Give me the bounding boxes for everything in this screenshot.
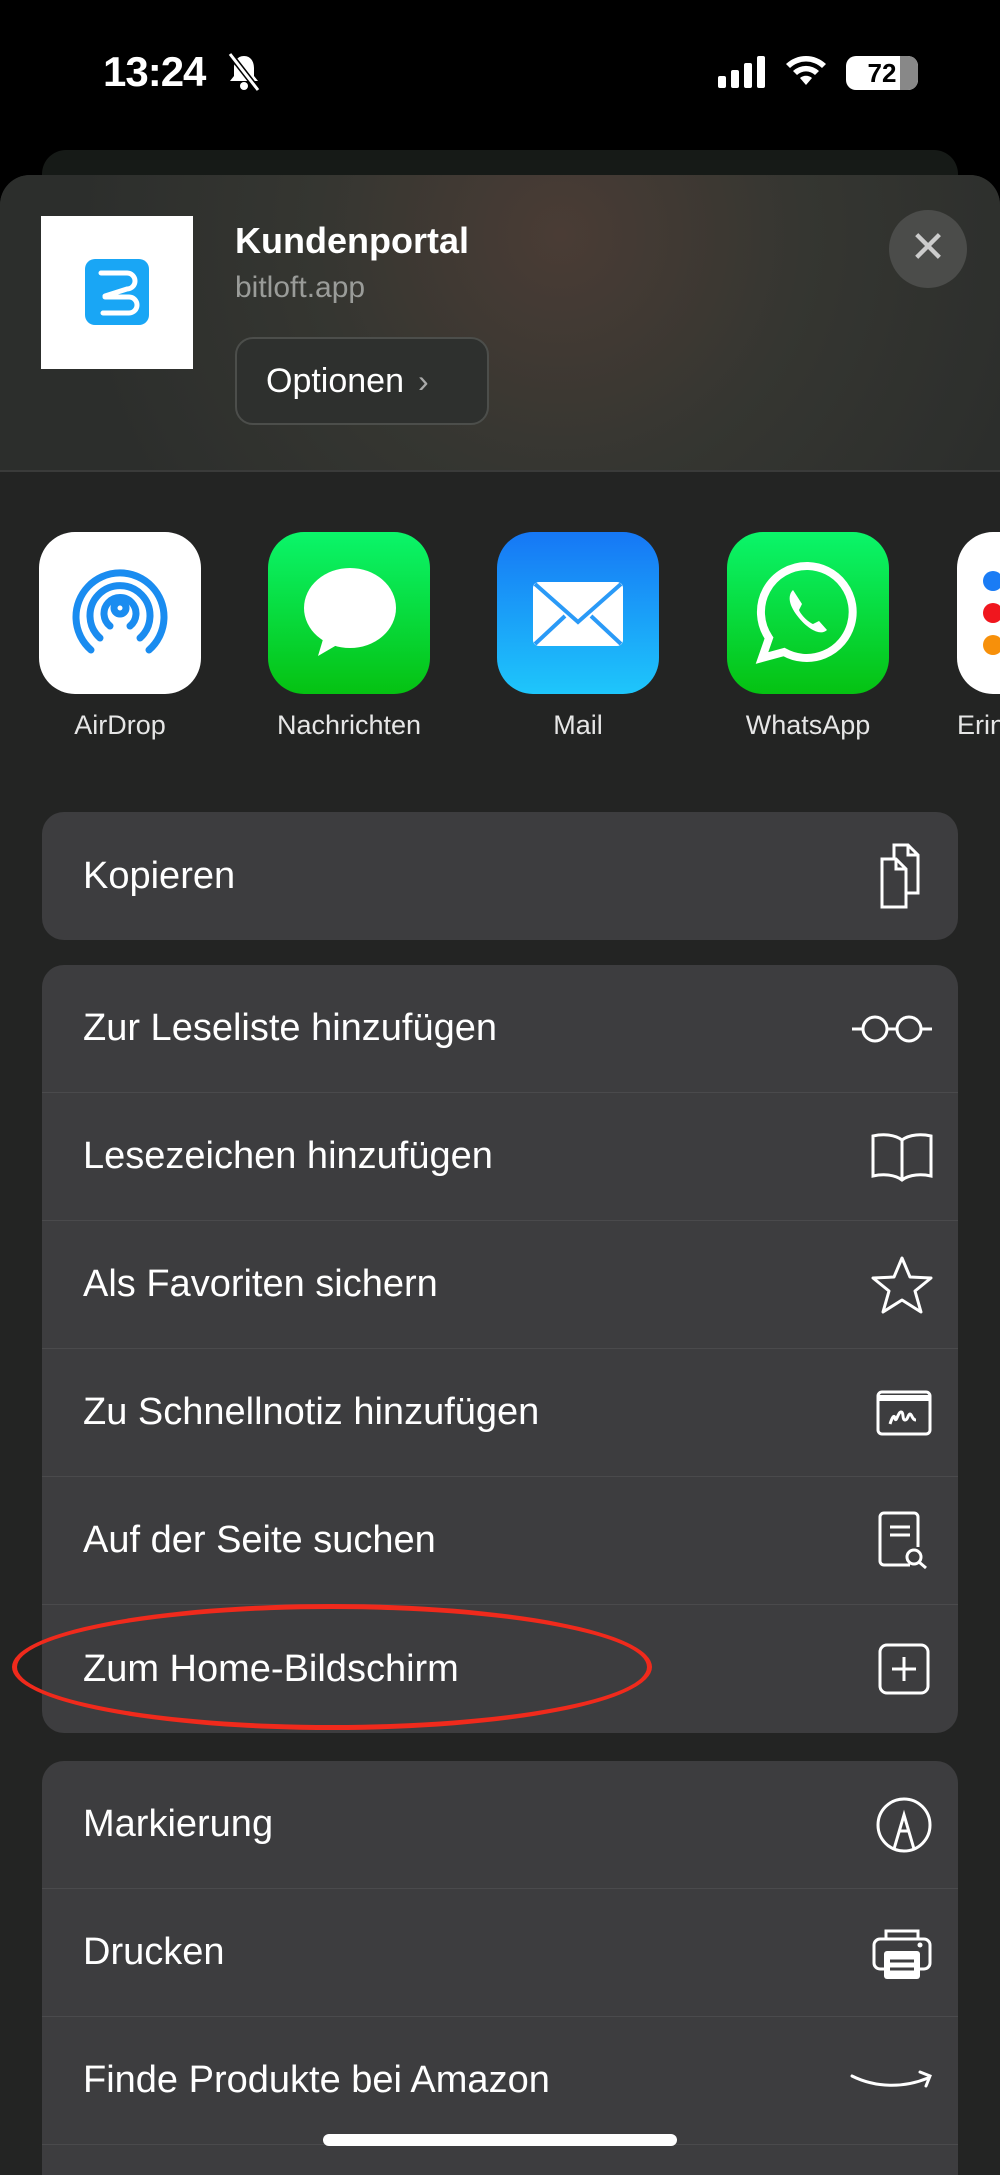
add-square-icon	[878, 1643, 930, 1695]
star-icon	[871, 1256, 933, 1313]
app-reminders[interactable]: Erin	[957, 532, 1000, 741]
app-mail[interactable]: Mail	[497, 532, 659, 741]
printer-icon	[872, 1929, 932, 1979]
find-in-page-icon	[878, 1511, 927, 1569]
app-messages[interactable]: Nachrichten	[268, 532, 430, 741]
action-label: Zum Home-Bildschirm	[83, 1647, 459, 1690]
action-label: Kopieren	[83, 854, 236, 897]
action-print[interactable]: Drucken	[42, 1889, 958, 2017]
action-favorites[interactable]: Als Favoriten sichern	[42, 1221, 958, 1349]
app-label: Erin	[957, 710, 1000, 740]
action-markup[interactable]: Markierung	[42, 1761, 958, 1889]
action-label: Lesezeichen hinzufügen	[83, 1135, 493, 1177]
action-label: Auf der Seite suchen	[83, 1519, 436, 1561]
options-button[interactable]: Optionen ›	[235, 337, 489, 425]
app-airdrop[interactable]: AirDrop	[39, 532, 201, 741]
site-thumbnail	[41, 216, 193, 369]
app-label: Nachrichten	[276, 710, 422, 740]
close-button[interactable]: ✕	[889, 210, 967, 288]
reminders-icon	[957, 532, 1000, 694]
share-header: Kundenportal bitloft.app Optionen › ✕	[0, 175, 1000, 470]
airdrop-icon	[39, 532, 201, 694]
app-label: AirDrop	[74, 710, 166, 740]
book-icon	[871, 1132, 933, 1182]
action-label: Finde Produkte bei Amazon	[83, 2059, 550, 2101]
quick-note-icon	[876, 1390, 932, 1435]
glasses-icon	[852, 1015, 932, 1042]
bitloft-logo-icon	[85, 259, 149, 325]
app-label: WhatsApp	[745, 710, 871, 740]
action-copy[interactable]: Kopieren	[42, 812, 958, 940]
mail-icon	[497, 532, 659, 694]
amazon-icon	[850, 2070, 932, 2087]
app-whatsapp[interactable]: WhatsApp	[727, 532, 889, 741]
action-add-to-home-screen[interactable]: Zum Home-Bildschirm	[42, 1605, 958, 1733]
share-sheet: Kundenportal bitloft.app Optionen › ✕ Air…	[0, 175, 1000, 2175]
app-label: Mail	[553, 710, 603, 740]
status-bar: 13:24 72	[0, 0, 1000, 140]
action-amazon[interactable]: Finde Produkte bei Amazon	[42, 2017, 958, 2145]
page-domain: bitloft.app	[235, 271, 366, 304]
action-find-on-page[interactable]: Auf der Seite suchen	[42, 1477, 958, 1605]
home-indicator[interactable]	[323, 2134, 677, 2146]
messages-icon	[268, 532, 430, 694]
wifi-icon	[786, 56, 826, 85]
action-label: Als Favoriten sichern	[83, 1263, 438, 1305]
options-label: Optionen	[266, 361, 404, 400]
bell-slash-icon	[227, 52, 261, 92]
chevron-right-icon: ›	[418, 362, 429, 399]
battery-indicator: 72	[846, 56, 918, 90]
clock: 13:24	[103, 48, 206, 95]
action-group-copy: Kopieren	[42, 812, 958, 940]
copy-icon	[880, 843, 920, 909]
page-title: Kundenportal	[235, 220, 469, 261]
action-group-more: Markierung Drucken Finde Produkte bei Am…	[42, 1761, 958, 2175]
signal-icon	[718, 56, 765, 88]
app-row: AirDrop Nachrichten Mail WhatsApp Erin	[0, 532, 1000, 740]
divider	[0, 470, 1000, 472]
action-reading-list[interactable]: Zur Leseliste hinzufügen	[42, 965, 958, 1093]
action-label: Drucken	[83, 1931, 225, 1973]
action-label: Zur Leseliste hinzufügen	[83, 1007, 498, 1049]
close-icon: ✕	[909, 223, 947, 272]
markup-icon	[876, 1797, 932, 1852]
action-label: Markierung	[83, 1803, 274, 1845]
action-bookmark[interactable]: Lesezeichen hinzufügen	[42, 1093, 958, 1221]
action-group-page: Zur Leseliste hinzufügen Lesezeichen hin…	[42, 965, 958, 1733]
action-more[interactable]	[42, 2145, 958, 2175]
action-label: Zu Schnellnotiz hinzufügen	[83, 1391, 540, 1433]
action-quick-note[interactable]: Zu Schnellnotiz hinzufügen	[42, 1349, 958, 1477]
whatsapp-icon	[727, 532, 889, 694]
